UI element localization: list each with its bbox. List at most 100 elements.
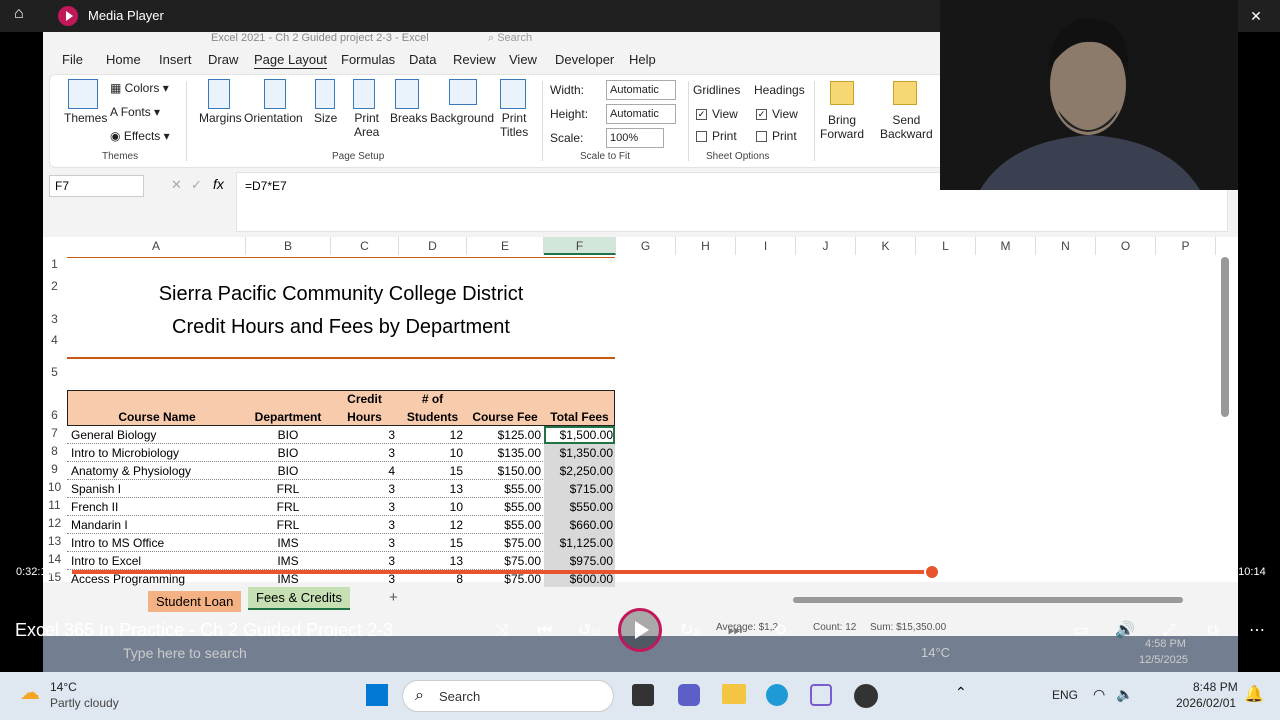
row-header[interactable]: 5 (43, 365, 66, 379)
column-header-e[interactable]: E (467, 237, 544, 255)
cell-department[interactable]: IMS (246, 534, 330, 552)
horizontal-scrollbar[interactable] (793, 597, 1183, 603)
column-header-a[interactable]: A (67, 237, 246, 255)
speaker-icon[interactable]: 🔈 (1116, 686, 1133, 703)
media-player-taskbar-icon[interactable] (854, 684, 878, 708)
cell-department[interactable]: FRL (246, 516, 330, 534)
themes-button[interactable]: Themes (64, 111, 107, 125)
tab-page-layout[interactable]: Page Layout (254, 52, 327, 67)
edge-icon[interactable] (766, 684, 788, 706)
taskbar-search[interactable]: ⌕ Search (402, 680, 614, 712)
cell-credit-hours[interactable]: 4 (331, 462, 397, 480)
column-header-n[interactable]: N (1036, 237, 1096, 255)
fonts-button[interactable]: A Fonts ▾ (110, 105, 160, 119)
cell-credit-hours[interactable]: 3 (331, 426, 397, 444)
chevron-up-icon[interactable]: ⌃ (955, 684, 967, 701)
cell-total-fees[interactable]: $660.00 (544, 516, 615, 534)
tab-data[interactable]: Data (409, 52, 436, 67)
cell-total-fees[interactable]: $1,500.00 (544, 426, 615, 444)
row-header[interactable]: 4 (43, 333, 66, 347)
clock-date[interactable]: 2026/02/01 (1176, 696, 1236, 710)
cell-students[interactable]: 15 (399, 462, 465, 480)
sheet-subtitle[interactable]: Credit Hours and Fees by Department (67, 315, 615, 339)
tab-draw[interactable]: Draw (208, 52, 238, 67)
row-header[interactable]: 13 (43, 534, 66, 548)
margins-button[interactable]: Margins (199, 111, 242, 125)
header-credit-2[interactable]: Hours (331, 408, 398, 426)
column-header-i[interactable]: I (736, 237, 796, 255)
terminal-icon[interactable] (632, 684, 654, 706)
fullscreen-icon[interactable]: ⤢ (1156, 618, 1182, 644)
column-header-p[interactable]: P (1156, 237, 1216, 255)
shuffle-icon[interactable]: ⤨ (489, 618, 515, 644)
close-icon[interactable]: ✕ (1246, 6, 1266, 26)
column-header-h[interactable]: H (676, 237, 736, 255)
send-backward-button[interactable]: Send Backward (880, 113, 933, 141)
row-header[interactable]: 6 (43, 408, 66, 422)
scale-stepper[interactable]: 100% (606, 128, 664, 148)
cell-course-name[interactable]: French II (69, 498, 245, 516)
seek-handle[interactable] (923, 564, 940, 580)
row-header[interactable]: 9 (43, 462, 66, 476)
gridlines-view-checkbox[interactable]: ✓ (696, 109, 707, 120)
mini-player-icon[interactable]: ⧉ (1200, 618, 1226, 644)
file-explorer-icon[interactable] (722, 684, 746, 704)
notification-bell-icon[interactable]: 🔔 (1244, 684, 1264, 704)
cell-total-fees[interactable]: $2,250.00 (544, 462, 615, 480)
header-department[interactable]: Department (246, 408, 330, 426)
header-students-1[interactable]: # of (399, 390, 466, 408)
effects-button[interactable]: ◉ Effects ▾ (110, 129, 170, 143)
cell-department[interactable]: FRL (246, 480, 330, 498)
captions-icon[interactable]: ▭ (1068, 618, 1094, 644)
column-header-b[interactable]: B (246, 237, 331, 255)
tab-help[interactable]: Help (629, 52, 656, 67)
row-header[interactable]: 2 (43, 279, 66, 293)
more-options-icon[interactable]: ⋯ (1244, 618, 1270, 644)
cell-department[interactable]: BIO (246, 426, 330, 444)
cell-total-fees[interactable]: $1,125.00 (544, 534, 615, 552)
cell-students[interactable]: 13 (399, 552, 465, 570)
sheet-tab-student-loan[interactable]: Student Loan (148, 591, 242, 612)
header-credit-1[interactable]: Credit (331, 390, 398, 408)
cell-course-fee[interactable]: $135.00 (467, 444, 543, 462)
cell-course-name[interactable]: Intro to MS Office (69, 534, 245, 552)
repeat-off-icon[interactable]: ⟲ (766, 618, 792, 644)
volume-icon[interactable]: 🔊 (1112, 618, 1138, 644)
cell-students[interactable]: 15 (399, 534, 465, 552)
row-header[interactable]: 1 (43, 257, 66, 271)
cell-course-name[interactable]: Intro to Excel (69, 552, 245, 570)
insert-function-icon[interactable]: fx (213, 176, 224, 192)
skip-back-icon[interactable]: ↺10 (576, 618, 602, 644)
tab-home[interactable]: Home (106, 52, 141, 67)
cancel-icon[interactable]: ✕ (171, 177, 182, 193)
tab-view[interactable]: View (509, 52, 537, 67)
row-header[interactable]: 7 (43, 426, 66, 440)
home-icon[interactable]: ⌂ (14, 5, 24, 23)
cell-course-fee[interactable]: $75.00 (467, 534, 543, 552)
column-header-l[interactable]: L (916, 237, 976, 255)
previous-icon[interactable]: ⏮ (532, 618, 558, 644)
print-titles-button[interactable]: Print Titles (500, 111, 528, 139)
wifi-icon[interactable]: ◠ (1093, 686, 1105, 703)
cell-total-fees[interactable]: $975.00 (544, 552, 615, 570)
colors-button[interactable]: ▦ Colors ▾ (110, 81, 169, 95)
row-header[interactable]: 12 (43, 516, 66, 530)
header-course-name[interactable]: Course Name (69, 408, 245, 426)
size-button[interactable]: Size (314, 111, 337, 125)
cell-credit-hours[interactable]: 3 (331, 516, 397, 534)
cell-course-fee[interactable]: $55.00 (467, 516, 543, 534)
cell-department[interactable]: BIO (246, 462, 330, 480)
cell-course-fee[interactable]: $55.00 (467, 498, 543, 516)
orientation-button[interactable]: Orientation (244, 111, 303, 125)
cell-credit-hours[interactable]: 3 (331, 552, 397, 570)
skip-forward-icon[interactable]: ↻30 (678, 618, 704, 644)
excel-search-box[interactable]: ⌕ Search (488, 32, 808, 45)
cell-credit-hours[interactable]: 3 (331, 480, 397, 498)
cell-credit-hours[interactable]: 3 (331, 534, 397, 552)
sheet-title[interactable]: Sierra Pacific Community College Distric… (67, 282, 615, 306)
header-total-fees[interactable]: Total Fees (544, 408, 615, 426)
column-header-o[interactable]: O (1096, 237, 1156, 255)
cell-department[interactable]: IMS (246, 552, 330, 570)
height-select[interactable]: Automatic (606, 104, 676, 124)
language-indicator[interactable]: ENG (1052, 688, 1078, 702)
